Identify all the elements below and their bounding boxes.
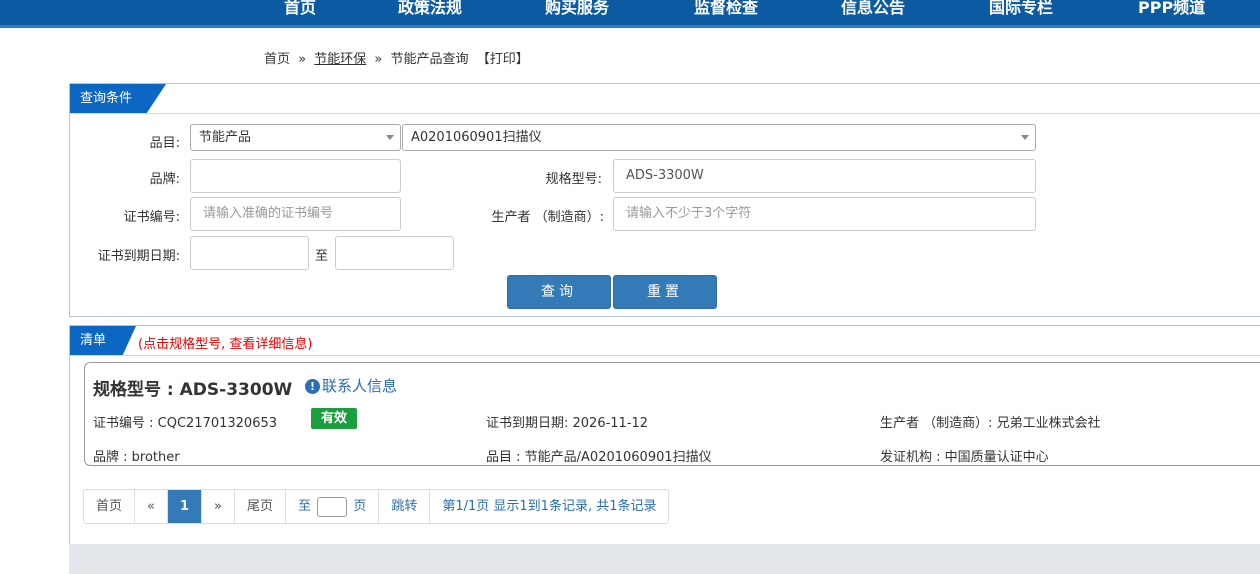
category-select-value: 节能产品 [199, 130, 252, 145]
nav-ppp[interactable]: PPP频道 [1138, 0, 1205, 18]
status-badge: 有效 [311, 408, 358, 429]
result-cert-no: 证书编号 : CQC21701320653 [93, 416, 278, 431]
reset-button[interactable]: 重置 [613, 275, 717, 309]
result-category: 品目 : 节能产品/A0201060901扫描仪 [486, 450, 712, 465]
print-link[interactable]: 【打印】 [477, 52, 529, 67]
results-panel-title: 清单 [70, 326, 136, 355]
breadcrumb-home[interactable]: 首页 [264, 52, 290, 67]
result-brand: 品牌 : brother [93, 450, 180, 465]
cert-no-label: 证书编号: [123, 210, 180, 225]
nav-policy[interactable]: 政策法规 [398, 0, 462, 18]
pagination: 首页 « 1 » 尾页 至 页 跳转 第1/1页 显示1到1条记录, 共1条记录 [83, 489, 670, 524]
results-hint: (点击规格型号, 查看详细信息) [138, 337, 313, 352]
pager-prev[interactable]: « [135, 490, 168, 523]
breadcrumb-current: 节能产品查询 [390, 52, 469, 67]
chevron-down-icon [386, 135, 394, 140]
expiry-end-input[interactable] [335, 236, 454, 270]
result-issuer: 发证机构 : 中国质量认证中心 [880, 450, 1049, 465]
brand-input[interactable] [190, 159, 401, 193]
breadcrumb-separator: » [298, 52, 307, 67]
maker-input[interactable]: 请输入不少于3个字符 [613, 197, 1036, 231]
expiry-start-input[interactable] [190, 236, 309, 270]
info-icon: ! [305, 379, 320, 394]
result-card: 规格型号 : ADS-3300W ! 联系人信息 证书编号 : CQC217013… [84, 362, 1260, 466]
subcategory-select[interactable]: A0201060901扫描仪 [402, 124, 1036, 151]
nav-international[interactable]: 国际专栏 [989, 0, 1053, 18]
pager-to-label: 至 [298, 499, 312, 514]
nav-home[interactable]: 首页 [284, 0, 316, 18]
pager-jump-button[interactable]: 跳转 [379, 490, 431, 523]
query-panel-title: 查询条件 [70, 84, 166, 113]
pager-first[interactable]: 首页 [84, 490, 136, 523]
pager-summary: 第1/1页 显示1到1条记录, 共1条记录 [442, 499, 657, 514]
nav-supervision[interactable]: 监督检查 [694, 0, 758, 18]
maker-label: 生产者 （制造商）: [491, 210, 604, 225]
pager-goto: 至 页 [286, 490, 380, 523]
model-input[interactable]: ADS-3300W [613, 159, 1036, 193]
chevron-down-icon [1021, 135, 1029, 140]
subcategory-select-value: A0201060901扫描仪 [411, 130, 542, 145]
results-panel: 清单 (点击规格型号, 查看详细信息) 规格型号 : ADS-3300W ! 联系… [69, 325, 1260, 545]
category-label: 品目: [149, 136, 180, 151]
contact-info-label: 联系人信息 [322, 377, 398, 395]
pager-page-1[interactable]: 1 [167, 490, 203, 523]
nav-purchase-service[interactable]: 购买服务 [545, 0, 609, 18]
top-nav-bar: 首页 政策法规 购买服务 监督检查 信息公告 国际专栏 PPP频道 [0, 0, 1260, 28]
pager-page-unit: 页 [353, 499, 367, 514]
result-expiry: 证书到期日期: 2026-11-12 [486, 416, 649, 431]
cert-no-input[interactable]: 请输入准确的证书编号 [190, 197, 401, 231]
result-model-link[interactable]: 规格型号 : ADS-3300W [93, 375, 292, 400]
pager-next[interactable]: » [202, 490, 235, 523]
expiry-to-label: 至 [315, 249, 329, 264]
model-label: 规格型号: [545, 172, 602, 187]
nav-announcements[interactable]: 信息公告 [841, 0, 905, 18]
footer-strip [69, 544, 1260, 574]
result-maker: 生产者 （制造商）: 兄弟工业株式会社 [880, 416, 1101, 431]
breadcrumb: 首页 » 节能环保 » 节能产品查询 【打印】 [264, 48, 533, 67]
query-panel-header: 查询条件 [70, 84, 1260, 114]
category-select[interactable]: 节能产品 [190, 124, 401, 151]
pager-goto-input[interactable] [317, 496, 348, 517]
search-button[interactable]: 查询 [507, 275, 611, 309]
brand-label: 品牌: [149, 172, 180, 187]
contact-info-link[interactable]: ! 联系人信息 [305, 375, 397, 396]
pager-last[interactable]: 尾页 [235, 490, 287, 523]
breadcrumb-separator: » [374, 52, 383, 67]
expiry-label: 证书到期日期: [97, 249, 180, 264]
breadcrumb-section[interactable]: 节能环保 [314, 52, 366, 67]
results-panel-header: 清单 (点击规格型号, 查看详细信息) [70, 326, 1260, 356]
query-panel: 查询条件 品目: 节能产品 A0201060901扫描仪 品牌: 规格型号: A… [69, 83, 1260, 317]
